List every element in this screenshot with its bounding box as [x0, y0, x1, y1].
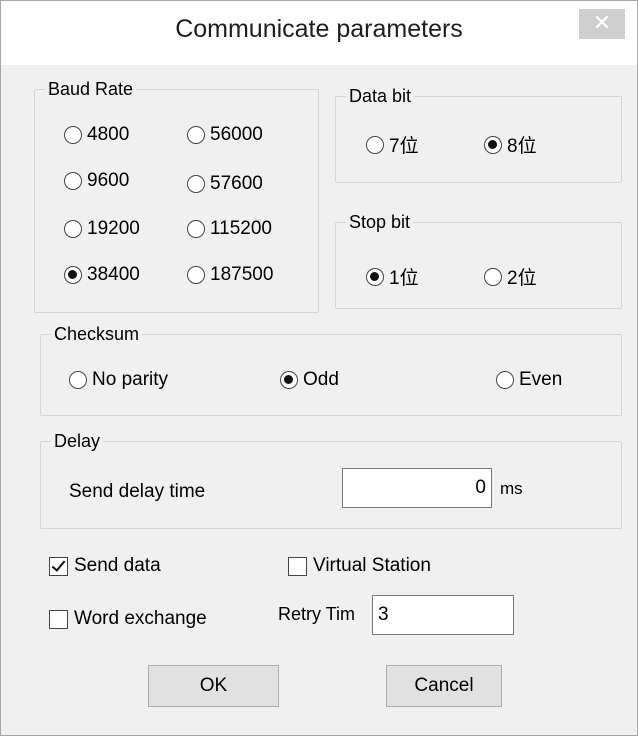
- checkbox-label: Send data: [74, 555, 161, 576]
- title-bar[interactable]: Communicate parameters ✕: [1, 1, 637, 65]
- baud-rate-legend: Baud Rate: [45, 78, 137, 100]
- delay-unit: ms: [500, 479, 523, 498]
- radio-label: No parity: [92, 369, 169, 390]
- radio-checked-icon: [484, 135, 502, 154]
- baud-rate-4800-radio[interactable]: 4800: [64, 124, 129, 146]
- stop-bit-group: Stop bit 1位 2位: [335, 211, 622, 309]
- dialog-body: Baud Rate 4800 56000 9600 57600 19200 11…: [9, 65, 629, 727]
- radio-icon: [366, 135, 384, 154]
- baud-rate-115200-radio[interactable]: 115200: [187, 218, 272, 240]
- checkbox-checked-icon: [49, 556, 68, 576]
- checksum-even-radio[interactable]: Even: [496, 369, 562, 391]
- radio-checked-icon: [280, 371, 298, 389]
- radio-label: 9600: [87, 170, 130, 191]
- radio-icon: [187, 175, 205, 193]
- radio-icon: [187, 266, 205, 284]
- radio-icon: [484, 267, 502, 286]
- radio-label: 56000: [210, 124, 263, 145]
- stop-bit-legend: Stop bit: [346, 211, 414, 233]
- radio-label: 38400: [87, 264, 140, 285]
- data-bit-group: Data bit 7位 8位: [335, 85, 622, 183]
- data-bit-legend: Data bit: [346, 85, 415, 107]
- baud-rate-38400-radio[interactable]: 38400: [64, 264, 140, 286]
- window-title: Communicate parameters: [175, 15, 463, 43]
- checkbox-label: Word exchange: [74, 608, 207, 629]
- radio-checked-icon: [64, 266, 82, 284]
- send-delay-input[interactable]: 0: [342, 468, 492, 508]
- send-data-checkbox[interactable]: Send data: [49, 555, 161, 577]
- radio-label: 7位: [389, 136, 419, 157]
- send-delay-label: Send delay time: [69, 481, 206, 502]
- checksum-no-parity-radio[interactable]: No parity: [69, 369, 168, 391]
- stop-bit-2-radio[interactable]: 2位: [484, 263, 537, 290]
- checkbox-icon: [49, 609, 68, 629]
- delay-legend: Delay: [51, 430, 104, 452]
- radio-label: 115200: [210, 218, 272, 239]
- radio-icon: [187, 126, 205, 144]
- radio-icon: [64, 126, 82, 144]
- virtual-station-checkbox[interactable]: Virtual Station: [288, 555, 431, 577]
- baud-rate-19200-radio[interactable]: 19200: [64, 218, 140, 240]
- checksum-legend: Checksum: [51, 323, 143, 345]
- baud-rate-56000-radio[interactable]: 56000: [187, 124, 263, 146]
- cancel-button[interactable]: Cancel: [386, 665, 502, 707]
- delay-group: Delay Send delay time 0 ms: [40, 430, 622, 529]
- baud-rate-group: Baud Rate 4800 56000 9600 57600 19200 11…: [34, 78, 319, 313]
- data-bit-8-radio[interactable]: 8位: [484, 131, 537, 158]
- baud-rate-187500-radio[interactable]: 187500: [187, 264, 273, 286]
- radio-icon: [187, 220, 205, 238]
- radio-label: 187500: [210, 264, 274, 285]
- radio-icon: [496, 371, 514, 389]
- ok-button[interactable]: OK: [148, 665, 279, 707]
- data-bit-7-radio[interactable]: 7位: [366, 131, 419, 158]
- retry-times-input[interactable]: 3: [372, 595, 514, 635]
- word-exchange-checkbox[interactable]: Word exchange: [49, 608, 207, 630]
- communicate-parameters-dialog: Communicate parameters ✕ Baud Rate 4800 …: [0, 0, 638, 736]
- radio-label: Even: [519, 369, 563, 390]
- radio-label: 2位: [507, 268, 537, 289]
- radio-checked-icon: [366, 267, 384, 286]
- radio-icon: [64, 220, 82, 238]
- radio-label: 57600: [210, 173, 263, 194]
- close-icon[interactable]: ✕: [579, 9, 625, 39]
- radio-label: Odd: [303, 369, 339, 390]
- stop-bit-1-radio[interactable]: 1位: [366, 263, 419, 290]
- checksum-odd-radio[interactable]: Odd: [280, 369, 339, 391]
- radio-label: 19200: [87, 218, 140, 239]
- radio-label: 8位: [507, 136, 537, 157]
- checkbox-icon: [288, 556, 307, 576]
- radio-label: 4800: [87, 124, 130, 145]
- baud-rate-9600-radio[interactable]: 9600: [64, 170, 129, 192]
- checksum-group: Checksum No parity Odd Even: [40, 323, 622, 416]
- radio-icon: [64, 172, 82, 190]
- retry-times-label: Retry Tim: [278, 604, 356, 624]
- baud-rate-57600-radio[interactable]: 57600: [187, 173, 263, 195]
- checkbox-label: Virtual Station: [313, 555, 431, 576]
- radio-icon: [69, 371, 87, 389]
- radio-label: 1位: [389, 268, 419, 289]
